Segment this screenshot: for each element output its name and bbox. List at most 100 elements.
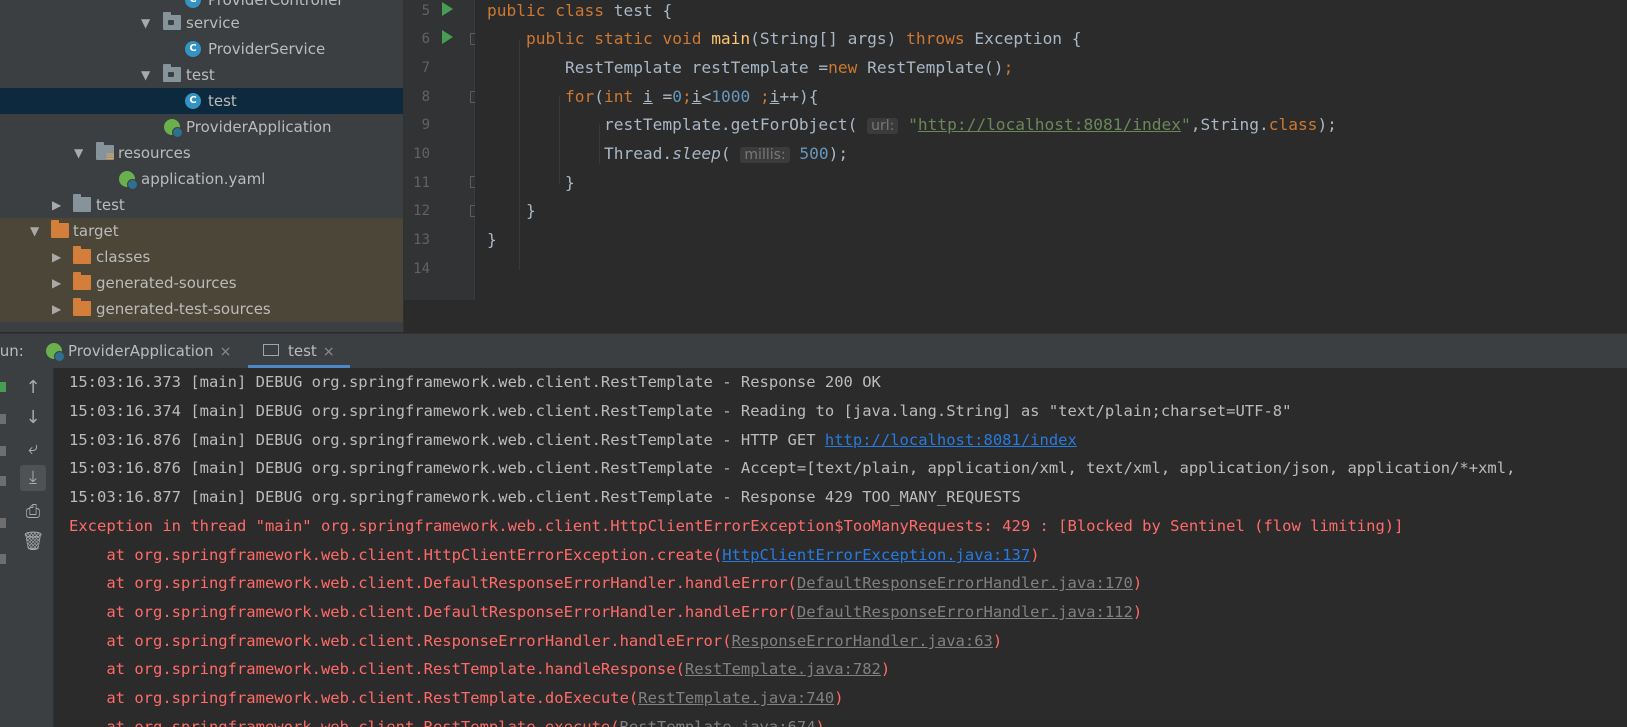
parameter-hint: millis: bbox=[740, 147, 790, 163]
chevron-down-icon[interactable]: ▼ bbox=[30, 218, 39, 244]
run-toolbar: ↑ ↓ ⤶ ⤓ ⎙ 🗑 bbox=[0, 368, 54, 727]
line-number: 8 bbox=[421, 89, 430, 105]
stack-trace-link[interactable]: HttpClientErrorException.java:137 bbox=[722, 546, 1030, 564]
tree-item-resources[interactable]: ▼ resources bbox=[0, 140, 403, 169]
code-line-12: } bbox=[525, 201, 536, 220]
code-line-13: } bbox=[487, 230, 497, 249]
chevron-right-icon[interactable]: ▶ bbox=[52, 192, 61, 218]
line-number: 7 bbox=[421, 60, 430, 76]
down-arrow-icon[interactable]: ↓ bbox=[20, 405, 46, 431]
project-tree: C ProviderController ▼ service C Provide… bbox=[0, 0, 404, 332]
console-line: 15:03:16.876 [main] DEBUG org.springfram… bbox=[69, 431, 1077, 449]
spring-boot-icon bbox=[46, 343, 65, 362]
chevron-down-icon[interactable]: ▼ bbox=[74, 140, 83, 166]
exception-line: Exception in thread "main" org.springfra… bbox=[69, 517, 1404, 535]
soft-wrap-icon[interactable]: ⤶ bbox=[20, 436, 46, 462]
stop-icon[interactable] bbox=[0, 414, 6, 424]
tree-item-classes[interactable]: ▶ classes bbox=[0, 244, 403, 270]
package-icon bbox=[163, 12, 181, 30]
line-number: 5 bbox=[421, 3, 430, 19]
run-label: Run: bbox=[0, 342, 24, 360]
pin-icon[interactable] bbox=[0, 554, 6, 564]
rerun-icon[interactable] bbox=[0, 382, 6, 392]
code-line-9: restTemplate.getForObject( url: "http://… bbox=[603, 115, 1337, 134]
line-number: 12 bbox=[413, 203, 430, 219]
stack-trace-link[interactable]: ResponseErrorHandler.java:63 bbox=[732, 632, 993, 650]
spring-config-icon bbox=[119, 171, 138, 190]
code-line-11: } bbox=[564, 173, 575, 192]
stack-trace-link[interactable]: RestTemplate.java:740 bbox=[638, 689, 834, 707]
excluded-folder-icon bbox=[73, 246, 91, 264]
stack-trace-line: at org.springframework.web.client.Defaul… bbox=[69, 574, 1143, 592]
code-line-8: for(int i =0;i<1000 ;i++){ bbox=[564, 87, 819, 106]
chevron-down-icon[interactable]: ▼ bbox=[141, 10, 150, 36]
line-number: 11 bbox=[413, 175, 430, 191]
run-gutter-icon[interactable] bbox=[442, 2, 453, 16]
close-icon[interactable]: × bbox=[323, 344, 335, 360]
up-arrow-icon[interactable]: ↑ bbox=[20, 375, 46, 401]
package-icon bbox=[163, 64, 181, 82]
tree-item-provider-application[interactable]: ProviderApplication bbox=[0, 114, 403, 140]
resources-folder-icon bbox=[96, 142, 115, 169]
tree-item-generated-sources[interactable]: ▶ generated-sources bbox=[0, 270, 403, 296]
folder-icon bbox=[73, 194, 91, 212]
code-url-link[interactable]: http://localhost:8081/index bbox=[918, 115, 1181, 134]
stack-trace-line: at org.springframework.web.client.HttpCl… bbox=[69, 546, 1040, 564]
chevron-right-icon[interactable]: ▶ bbox=[52, 244, 61, 270]
class-icon: C bbox=[185, 0, 201, 8]
console-line: 15:03:16.876 [main] DEBUG org.springfram… bbox=[69, 459, 1516, 477]
console-line: 15:03:16.374 [main] DEBUG org.springfram… bbox=[69, 402, 1292, 420]
stack-trace-link[interactable]: DefaultResponseErrorHandler.java:170 bbox=[797, 574, 1133, 592]
tab-provider-application[interactable]: ProviderApplication × bbox=[42, 334, 231, 368]
tree-item-target[interactable]: ▼ target bbox=[0, 218, 403, 244]
line-number: 13 bbox=[413, 232, 430, 248]
class-icon: C bbox=[185, 41, 201, 57]
print-icon[interactable]: ⎙ bbox=[20, 499, 46, 525]
excluded-folder-icon bbox=[73, 298, 91, 316]
tree-item-test-class[interactable]: C test bbox=[0, 88, 403, 114]
console-output[interactable]: 15:03:16.373 [main] DEBUG org.springfram… bbox=[54, 368, 1627, 727]
editor-gutter: 5 6 7 8 9 10 11 12 13 14 bbox=[404, 0, 482, 300]
stack-trace-line: at org.springframework.web.client.Defaul… bbox=[69, 603, 1143, 621]
restore-layout-icon[interactable] bbox=[0, 446, 6, 456]
code-line-7: RestTemplate restTemplate =new RestTempl… bbox=[564, 58, 1014, 77]
spring-boot-icon bbox=[164, 119, 183, 138]
code-editor[interactable]: public class test { public static void m… bbox=[475, 0, 1627, 300]
parameter-hint: url: bbox=[867, 118, 899, 134]
chevron-right-icon[interactable]: ▶ bbox=[52, 270, 61, 296]
tree-item-test-folder[interactable]: ▶ test bbox=[0, 192, 403, 218]
console-line: 15:03:16.877 [main] DEBUG org.springfram… bbox=[69, 488, 1021, 506]
tree-item-generated-test-sources[interactable]: ▶ generated-test-sources bbox=[0, 296, 403, 322]
tree-item-test-package[interactable]: ▼ test bbox=[0, 62, 403, 88]
stack-trace-link[interactable]: DefaultResponseErrorHandler.java:112 bbox=[797, 603, 1133, 621]
chevron-down-icon[interactable]: ▼ bbox=[141, 62, 150, 88]
tab-test[interactable]: test × bbox=[248, 334, 350, 368]
settings-icon[interactable] bbox=[0, 518, 6, 528]
run-gutter-icon[interactable] bbox=[442, 30, 453, 44]
code-line-6: public static void main(String[] args) t… bbox=[525, 29, 1082, 48]
chevron-right-icon[interactable]: ▶ bbox=[52, 296, 61, 322]
scroll-to-end-icon[interactable]: ⤓ bbox=[20, 465, 46, 491]
excluded-folder-icon bbox=[73, 272, 91, 290]
line-number: 9 bbox=[421, 117, 430, 133]
camera-icon[interactable] bbox=[0, 476, 6, 486]
console-line: 15:03:16.373 [main] DEBUG org.springfram… bbox=[69, 373, 881, 391]
close-icon[interactable]: × bbox=[220, 344, 232, 360]
stack-trace-link[interactable]: RestTemplate.java:782 bbox=[685, 660, 881, 678]
line-number: 14 bbox=[413, 261, 430, 277]
trash-icon[interactable]: 🗑 bbox=[20, 529, 46, 555]
tree-item-service[interactable]: ▼ service bbox=[0, 10, 403, 36]
stack-trace-line: at org.springframework.web.client.RestTe… bbox=[69, 713, 825, 727]
line-number: 6 bbox=[421, 31, 430, 47]
stack-trace-link[interactable]: RestTemplate.java:674 bbox=[620, 718, 816, 727]
code-line-5: public class test { bbox=[487, 1, 673, 20]
tree-item-provider-service[interactable]: C ProviderService bbox=[0, 36, 403, 62]
class-icon: C bbox=[185, 93, 201, 109]
line-number: 10 bbox=[413, 146, 430, 162]
stack-trace-line: at org.springframework.web.client.RestTe… bbox=[69, 660, 891, 678]
console-url-link[interactable]: http://localhost:8081/index bbox=[825, 431, 1077, 449]
run-tab-bar: Run: ProviderApplication× test× bbox=[0, 333, 1627, 369]
tree-item-application-yaml[interactable]: application.yaml bbox=[0, 166, 403, 192]
stack-trace-line: at org.springframework.web.client.RestTe… bbox=[69, 689, 844, 707]
console-icon bbox=[263, 344, 279, 356]
